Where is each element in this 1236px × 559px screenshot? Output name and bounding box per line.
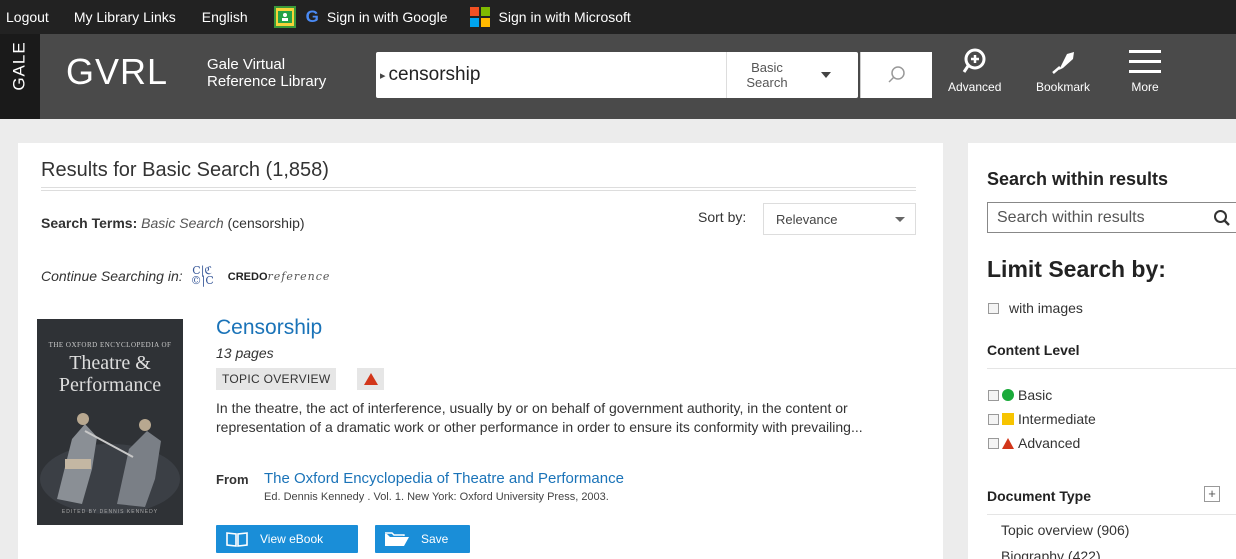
cover-image bbox=[37, 319, 183, 525]
continue-searching: Continue Searching in: C|ℭ ©|C CREDOrefe… bbox=[41, 264, 331, 287]
limit-search-heading: Limit Search by: bbox=[987, 256, 1166, 282]
credo-reference-link[interactable]: CREDOreference bbox=[228, 270, 331, 283]
source-citation: Ed. Dennis Kennedy . Vol. 1. New York: O… bbox=[264, 491, 609, 503]
with-images-checkbox[interactable] bbox=[988, 302, 999, 314]
search-within-input[interactable] bbox=[997, 208, 1197, 227]
with-images-filter[interactable]: with images bbox=[988, 300, 1083, 316]
document-type-badge: TOPIC OVERVIEW bbox=[216, 368, 337, 390]
search-type-dropdown[interactable]: Basic Search bbox=[726, 52, 858, 98]
level-intermediate-checkbox[interactable] bbox=[988, 413, 999, 425]
expand-plus-icon[interactable]: + bbox=[1204, 486, 1220, 502]
search-within-box bbox=[987, 202, 1236, 233]
cc-logo-link[interactable]: C|ℭ ©|C bbox=[191, 265, 214, 286]
more-menu-button[interactable]: More bbox=[1129, 48, 1161, 94]
search-icon[interactable] bbox=[1213, 209, 1231, 227]
main-search-box: ▸ Basic Search bbox=[376, 52, 858, 98]
microsoft-signin-link[interactable]: Sign in with Microsoft bbox=[469, 7, 631, 27]
basic-level-icon bbox=[1002, 389, 1014, 401]
open-book-icon bbox=[226, 532, 248, 547]
search-button[interactable] bbox=[860, 52, 932, 98]
from-label: From bbox=[216, 472, 249, 487]
level-advanced-checkbox[interactable] bbox=[988, 437, 999, 449]
main-search-input[interactable] bbox=[388, 64, 689, 86]
search-type-label: Basic Search bbox=[746, 60, 788, 90]
site-header: GALE GVRL Gale Virtual Reference Library… bbox=[0, 34, 1236, 119]
advanced-search-icon bbox=[962, 48, 986, 73]
chevron-down-icon bbox=[895, 217, 905, 222]
logout-link[interactable]: Logout bbox=[6, 9, 49, 25]
results-heading: Results for Basic Search (1,858) bbox=[41, 159, 329, 181]
book-cover-thumbnail[interactable]: THE OXFORD ENCYCLOPEDIA OF Theatre & Per… bbox=[37, 319, 183, 525]
gvrl-logo-subtitle: Gale Virtual Reference Library bbox=[207, 56, 327, 90]
google-icon: G bbox=[305, 7, 319, 26]
advanced-search-button[interactable]: Advanced bbox=[948, 48, 1001, 94]
microsoft-signin-label: Sign in with Microsoft bbox=[498, 9, 631, 25]
google-classroom-icon[interactable] bbox=[273, 6, 296, 28]
level-basic-checkbox[interactable] bbox=[988, 389, 999, 401]
google-signin-label: Sign in with Google bbox=[326, 9, 448, 25]
gvrl-logo[interactable]: GVRL bbox=[66, 51, 168, 93]
search-icon bbox=[887, 66, 905, 83]
facet-topic-overview[interactable]: Topic overview (906) bbox=[1001, 522, 1129, 538]
utility-bar: Logout My Library Links English G Sign i… bbox=[0, 0, 1236, 34]
folder-icon bbox=[385, 532, 409, 546]
refine-sidebar: Search within results Limit Search by: w… bbox=[968, 143, 1236, 559]
result-page-count: 13 pages bbox=[216, 345, 274, 361]
language-selector[interactable]: English bbox=[202, 9, 248, 25]
google-signin-link[interactable]: G Sign in with Google bbox=[306, 7, 448, 27]
intermediate-level-icon bbox=[1002, 413, 1014, 425]
advanced-level-icon bbox=[1002, 437, 1014, 449]
result-snippet: In the theatre, the act of interference,… bbox=[216, 400, 863, 435]
hamburger-icon bbox=[1129, 50, 1161, 73]
advanced-level-icon bbox=[357, 368, 384, 390]
level-basic-filter[interactable]: Basic bbox=[988, 387, 1052, 403]
search-terms: Search Terms: Basic Search (censorship) bbox=[41, 215, 305, 231]
sort-by-label: Sort by: bbox=[698, 209, 747, 225]
pin-icon bbox=[1052, 52, 1075, 74]
my-library-links[interactable]: My Library Links bbox=[74, 9, 176, 25]
search-expand-icon[interactable]: ▸ bbox=[380, 69, 386, 82]
document-type-heading: Document Type bbox=[987, 488, 1236, 515]
results-panel: Results for Basic Search (1,858) Search … bbox=[18, 143, 943, 559]
sort-by-dropdown[interactable]: Relevance bbox=[763, 203, 916, 235]
divider bbox=[41, 187, 916, 191]
search-within-heading: Search within results bbox=[987, 169, 1169, 189]
bookmark-button[interactable]: Bookmark bbox=[1036, 48, 1090, 94]
facet-biography[interactable]: Biography (422) bbox=[1001, 548, 1101, 559]
save-button[interactable]: Save bbox=[375, 525, 470, 553]
view-ebook-button[interactable]: View eBook bbox=[216, 525, 358, 553]
microsoft-icon bbox=[469, 7, 490, 27]
result-title-link[interactable]: Censorship bbox=[216, 316, 322, 340]
gale-logo[interactable]: GALE bbox=[0, 34, 40, 119]
chevron-down-icon bbox=[821, 72, 831, 78]
level-advanced-filter[interactable]: Advanced bbox=[988, 435, 1080, 451]
level-intermediate-filter[interactable]: Intermediate bbox=[988, 411, 1096, 427]
source-title-link[interactable]: The Oxford Encyclopedia of Theatre and P… bbox=[264, 470, 624, 487]
content-level-heading: Content Level bbox=[987, 342, 1236, 369]
